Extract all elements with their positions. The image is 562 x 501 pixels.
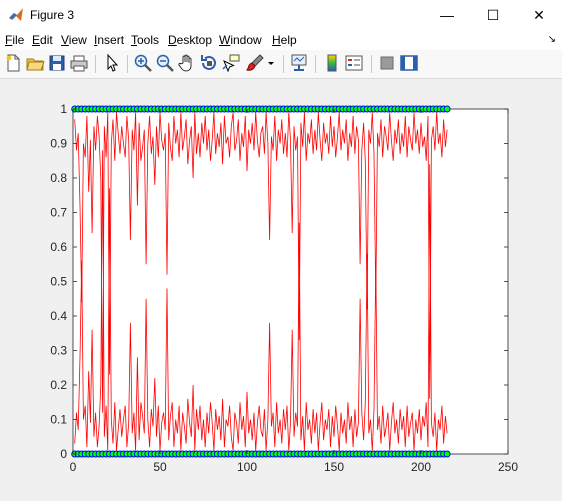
x-tick-label: 200 bbox=[411, 460, 431, 474]
minimize-icon: — bbox=[440, 7, 454, 23]
open-file-icon[interactable] bbox=[25, 53, 45, 73]
close-button[interactable]: ✕ bbox=[516, 0, 562, 30]
toolbar-separator bbox=[283, 55, 284, 73]
menu-help[interactable]: Help bbox=[272, 33, 297, 47]
minimize-button[interactable]: — bbox=[424, 0, 470, 30]
menu-insert[interactable]: Insert bbox=[94, 33, 124, 47]
menu-window[interactable]: Window bbox=[219, 33, 262, 47]
figure-toolbar bbox=[0, 50, 562, 79]
x-tick-label: 0 bbox=[70, 460, 77, 474]
data-cursor-icon[interactable] bbox=[221, 53, 241, 73]
zoom-out-icon[interactable] bbox=[155, 53, 175, 73]
x-tick-label: 50 bbox=[153, 460, 167, 474]
link-plot-icon[interactable] bbox=[289, 53, 309, 73]
insert-colorbar-icon[interactable] bbox=[322, 53, 342, 73]
toolbar-separator bbox=[127, 55, 128, 73]
rotate-3d-icon[interactable] bbox=[199, 53, 219, 73]
menu-tools[interactable]: Tools bbox=[131, 33, 159, 47]
y-tick-label: 0.2 bbox=[50, 378, 67, 392]
pan-hand-icon[interactable] bbox=[177, 53, 197, 73]
window-title-bar[interactable]: Figure 3 — ☐ ✕ bbox=[0, 0, 562, 30]
edit-plot-arrow-icon[interactable] bbox=[102, 53, 122, 73]
new-figure-icon[interactable] bbox=[3, 53, 23, 73]
toolbar-separator bbox=[371, 55, 372, 73]
x-tick-label: 100 bbox=[237, 460, 257, 474]
x-tick-label: 250 bbox=[498, 460, 518, 474]
save-icon[interactable] bbox=[47, 53, 67, 73]
brush-dropdown-icon[interactable] bbox=[266, 53, 276, 73]
y-tick-label: 0 bbox=[60, 447, 67, 461]
y-tick-label: 1 bbox=[60, 102, 67, 116]
maximize-button[interactable]: ☐ bbox=[470, 0, 516, 30]
class-marker bbox=[443, 105, 451, 113]
y-tick-label: 0.8 bbox=[50, 171, 67, 185]
show-plot-tools-icon[interactable] bbox=[399, 53, 419, 73]
y-tick-label: 0.4 bbox=[50, 309, 67, 323]
dock-figure-icon[interactable]: ↘ bbox=[548, 34, 556, 45]
menu-bar: File Edit View Insert Tools Desktop Wind… bbox=[0, 30, 562, 50]
toolbar-separator bbox=[95, 55, 96, 73]
class-marker bbox=[443, 450, 451, 458]
y-tick-label: 0.7 bbox=[50, 206, 67, 220]
y-tick-label: 0.6 bbox=[50, 240, 67, 254]
matlab-logo-icon bbox=[9, 8, 23, 21]
y-tick-label: 0.3 bbox=[50, 344, 67, 358]
menu-edit[interactable]: Edit bbox=[32, 33, 53, 47]
hide-plot-tools-icon[interactable] bbox=[377, 53, 397, 73]
menu-desktop[interactable]: Desktop bbox=[168, 33, 212, 47]
figure-canvas[interactable]: 0 0.1 0.2 0.3 0.4 0.5 0.6 0.7 0.8 0.9 1 0 50 100 150 20… bbox=[0, 79, 562, 501]
window-title: Figure 3 bbox=[30, 8, 75, 22]
insert-legend-icon[interactable] bbox=[344, 53, 364, 73]
y-tick-label: 0.1 bbox=[50, 413, 67, 427]
y-tick-label: 0.5 bbox=[50, 275, 67, 289]
toolbar-separator bbox=[315, 55, 316, 73]
x-tick-label: 150 bbox=[324, 460, 344, 474]
y-tick-label: 0.9 bbox=[50, 137, 67, 151]
close-icon: ✕ bbox=[533, 6, 545, 23]
menu-file[interactable]: File bbox=[5, 33, 24, 47]
zoom-in-icon[interactable] bbox=[133, 53, 153, 73]
menu-view[interactable]: View bbox=[61, 33, 87, 47]
maximize-icon: ☐ bbox=[486, 6, 500, 23]
brush-icon[interactable] bbox=[245, 53, 265, 73]
print-icon[interactable] bbox=[69, 53, 89, 73]
